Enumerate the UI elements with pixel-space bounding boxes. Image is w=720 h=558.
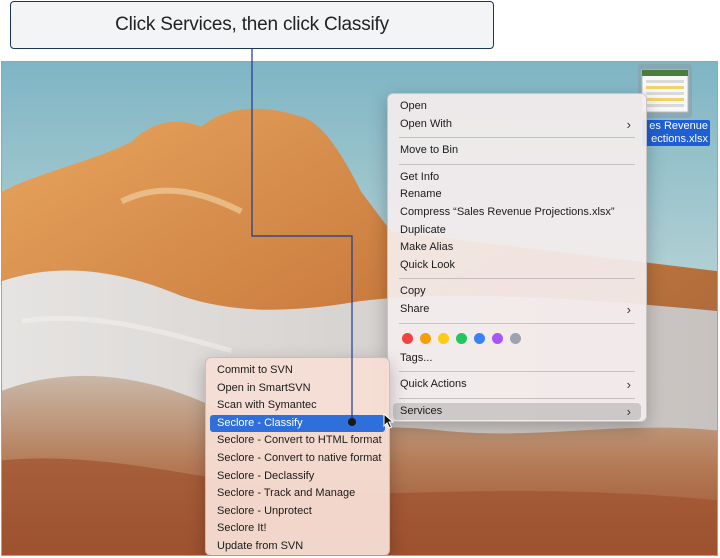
tag-blue-dot[interactable]: [474, 333, 485, 345]
chevron-right-icon: ›: [626, 301, 631, 317]
menu-item-move-to-bin[interactable]: Move to Bin: [393, 142, 641, 160]
menu-item-quick-look[interactable]: Quick Look: [393, 257, 641, 275]
desktop: es Revenue ections.xlsx Open Open With › …: [1, 61, 718, 556]
tag-colors: [393, 328, 641, 350]
menu-item-tags[interactable]: Tags...: [393, 350, 641, 368]
menu-separator: [399, 163, 635, 165]
services-item-seclore-it[interactable]: Seclore It!: [210, 520, 385, 538]
services-submenu: Commit to SVN Open in SmartSVN Scan with…: [205, 357, 390, 555]
tag-purple-dot[interactable]: [492, 333, 503, 345]
file-name-label[interactable]: es Revenue ections.xlsx: [642, 120, 710, 146]
mouse-pointer-icon: [383, 413, 395, 429]
menu-item-rename[interactable]: Rename: [393, 186, 641, 204]
menu-item-open[interactable]: Open: [393, 98, 641, 116]
menu-item-open-with[interactable]: Open With ›: [393, 116, 641, 134]
services-item-seclore-unprotect[interactable]: Seclore - Unprotect: [210, 503, 385, 521]
menu-item-get-info[interactable]: Get Info: [393, 169, 641, 187]
services-item-seclore-classify[interactable]: Seclore - Classify: [210, 414, 385, 433]
menu-item-compress[interactable]: Compress “Sales Revenue Projections.xlsx…: [393, 204, 641, 222]
tag-yellow-dot[interactable]: [438, 333, 449, 345]
chevron-right-icon: ›: [626, 403, 631, 419]
context-menu: Open Open With › Move to Bin Get Info Ren…: [387, 93, 647, 422]
services-item-update-from-svn[interactable]: Update from SVN: [210, 538, 385, 555]
services-item-open-in-smartsvn[interactable]: Open in SmartSVN: [210, 380, 385, 398]
menu-separator: [399, 137, 635, 139]
instruction-text: Click Services, then click Classify: [115, 14, 389, 35]
services-item-seclore-convert-html[interactable]: Seclore - Convert to HTML format: [210, 432, 385, 450]
services-item-commit-to-svn[interactable]: Commit to SVN: [210, 362, 385, 380]
menu-separator: [399, 278, 635, 280]
menu-separator: [399, 397, 635, 399]
menu-separator: [399, 322, 635, 324]
services-item-scan-with-symantec[interactable]: Scan with Symantec: [210, 397, 385, 415]
services-item-seclore-declassify[interactable]: Seclore - Declassify: [210, 468, 385, 486]
tag-orange-dot[interactable]: [420, 333, 431, 345]
services-item-seclore-track-manage[interactable]: Seclore - Track and Manage: [210, 485, 385, 503]
tag-gray-dot[interactable]: [510, 333, 521, 345]
menu-item-make-alias[interactable]: Make Alias: [393, 239, 641, 257]
services-item-seclore-convert-native[interactable]: Seclore - Convert to native format: [210, 450, 385, 468]
chevron-right-icon: ›: [626, 377, 631, 393]
menu-item-services[interactable]: Services ›: [393, 402, 641, 421]
tag-red-dot[interactable]: [402, 333, 413, 345]
chevron-right-icon: ›: [626, 116, 631, 132]
menu-item-share[interactable]: Share ›: [393, 301, 641, 319]
menu-item-copy[interactable]: Copy: [393, 283, 641, 301]
instruction-callout: Click Services, then click Classify: [10, 1, 494, 49]
menu-item-quick-actions[interactable]: Quick Actions ›: [393, 376, 641, 394]
tag-green-dot[interactable]: [456, 333, 467, 345]
menu-separator: [399, 371, 635, 373]
menu-item-duplicate[interactable]: Duplicate: [393, 222, 641, 240]
